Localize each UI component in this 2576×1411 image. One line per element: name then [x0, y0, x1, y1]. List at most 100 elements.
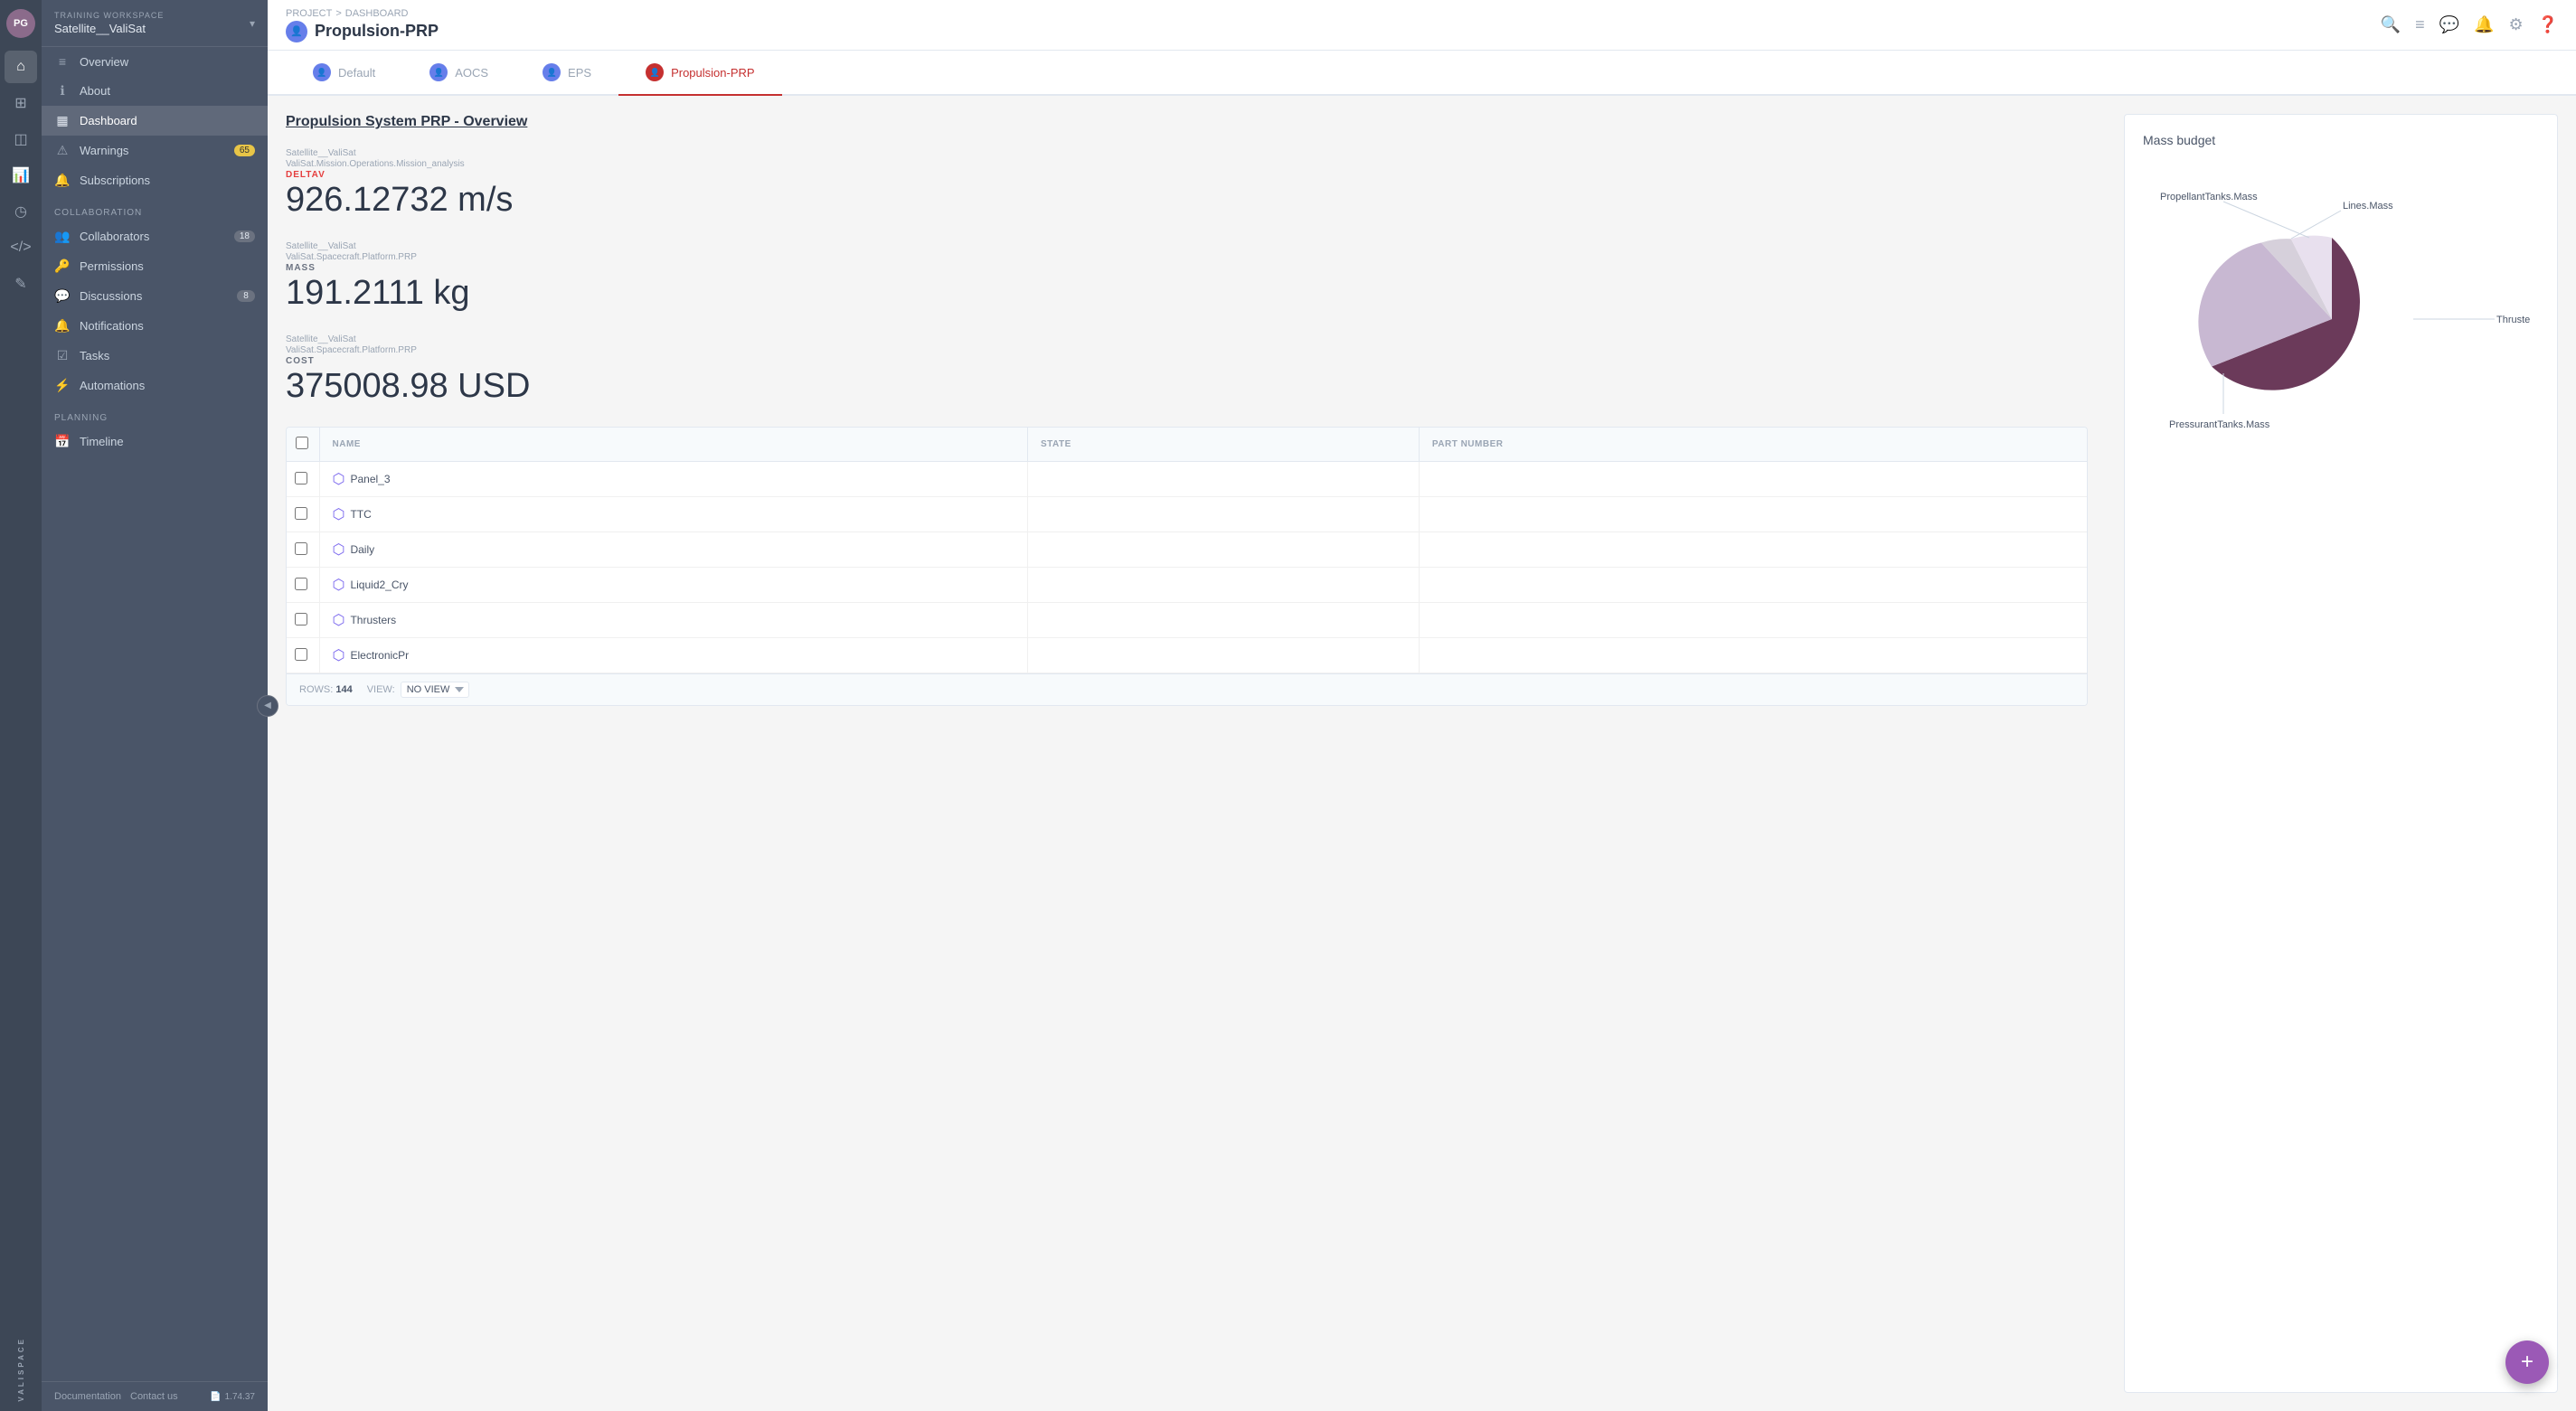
- rows-count: 144: [335, 684, 352, 695]
- chart-icon[interactable]: 📊: [5, 159, 37, 192]
- tab-default-label: Default: [338, 66, 375, 80]
- breadcrumb-sep: >: [335, 8, 341, 19]
- tab-eps-icon: 👤: [543, 63, 561, 81]
- documentation-link[interactable]: Documentation: [54, 1391, 121, 1402]
- sidebar-item-permissions[interactable]: 🔑 Permissions: [42, 251, 268, 281]
- sidebar-item-warnings[interactable]: ⚠ Warnings 65: [42, 136, 268, 165]
- sidebar-item-automations[interactable]: ⚡ Automations: [42, 371, 268, 400]
- sidebar-item-timeline[interactable]: 📅 Timeline: [42, 427, 268, 456]
- sidebar-item-tasks[interactable]: ☑ Tasks: [42, 341, 268, 371]
- contact-link[interactable]: Contact us: [130, 1391, 178, 1402]
- breadcrumb: PROJECT > DASHBOARD: [286, 8, 439, 19]
- grid-icon[interactable]: ⊞: [5, 87, 37, 119]
- sidebar-label-dashboard: Dashboard: [80, 114, 137, 127]
- workspace-label: TRAINING WORKSPACE: [54, 11, 164, 20]
- content: Propulsion System PRP - Overview Satelli…: [268, 96, 2576, 1411]
- row-5-icon: ⬡: [333, 611, 345, 629]
- fab-button[interactable]: +: [2505, 1340, 2549, 1384]
- footer-links: Documentation Contact us: [54, 1391, 178, 1402]
- page-title-icon: 👤: [286, 21, 307, 42]
- sidebar-label-notifications: Notifications: [80, 319, 144, 333]
- row-2-checkbox[interactable]: [295, 507, 307, 520]
- sidebar-wrapper: TRAINING WORKSPACE Satellite__ValiSat ▾ …: [42, 0, 268, 1411]
- subscriptions-icon: 🔔: [54, 173, 71, 188]
- row-checkbox-4: [287, 568, 319, 603]
- code-icon[interactable]: </>: [5, 231, 37, 264]
- row-6-checkbox[interactable]: [295, 648, 307, 661]
- label-propellant: PropellantTanks.Mass: [2160, 192, 2258, 202]
- discussions-badge: 8: [237, 290, 255, 302]
- sidebar-collapse-button[interactable]: ◀: [257, 695, 278, 717]
- row-checkbox-6: [287, 638, 319, 673]
- sidebar-item-dashboard[interactable]: ▦ Dashboard: [42, 106, 268, 136]
- bell-icon[interactable]: 🔔: [2474, 15, 2494, 34]
- row-3-checkbox[interactable]: [295, 542, 307, 555]
- stat-cost-value: 375008.98 USD: [286, 368, 2088, 406]
- settings-icon[interactable]: ⚙: [2508, 15, 2523, 34]
- home-icon[interactable]: ⌂: [5, 51, 37, 83]
- sidebar-item-discussions[interactable]: 💬 Discussions 8: [42, 281, 268, 311]
- sidebar-label-tasks: Tasks: [80, 349, 109, 362]
- row-3-name: ⬡Daily: [319, 532, 1027, 568]
- collaboration-nav: 👥 Collaborators 18 🔑 Permissions 💬 Discu…: [42, 221, 268, 400]
- content-right: Mass budget: [2106, 96, 2576, 1411]
- sidebar-footer: Documentation Contact us 📄 1.74.37: [42, 1381, 268, 1411]
- data-table: NAME STATE PART NUMBER ⬡Panel_3: [287, 428, 2087, 673]
- search-icon[interactable]: 🔍: [2381, 15, 2401, 34]
- chart-section: Mass budget: [2124, 114, 2558, 1393]
- data-table-wrapper: NAME STATE PART NUMBER ⬡Panel_3: [286, 427, 2088, 706]
- table-header-state: STATE: [1027, 428, 1419, 462]
- row-3-part-number: [1419, 532, 2087, 568]
- pie-chart-container: ThrusterEngineAssembly.Mass Lines.Mass P…: [2143, 165, 2539, 455]
- sidebar-label-permissions: Permissions: [80, 259, 144, 273]
- tab-aocs[interactable]: 👤 AOCS: [402, 51, 515, 96]
- view-dropdown[interactable]: NO VIEW: [401, 682, 469, 698]
- sidebar-item-notifications[interactable]: 🔔 Notifications: [42, 311, 268, 341]
- row-5-checkbox[interactable]: [295, 613, 307, 626]
- table-row: ⬡Thrusters: [287, 603, 2087, 638]
- help-icon[interactable]: ❓: [2538, 15, 2558, 34]
- row-2-icon: ⬡: [333, 505, 345, 523]
- sidebar-label-about: About: [80, 84, 110, 98]
- list-icon[interactable]: ≡: [2415, 15, 2425, 34]
- row-4-icon: ⬡: [333, 576, 345, 594]
- row-4-name: ⬡Liquid2_Cry: [319, 568, 1027, 603]
- row-checkbox-1: [287, 462, 319, 497]
- row-checkbox-5: [287, 603, 319, 638]
- sidebar-item-collaborators[interactable]: 👥 Collaborators 18: [42, 221, 268, 251]
- row-6-icon: ⬡: [333, 646, 345, 664]
- user-avatar[interactable]: PG: [6, 9, 35, 38]
- document-icon[interactable]: ◫: [5, 123, 37, 155]
- row-4-checkbox[interactable]: [295, 578, 307, 590]
- sidebar-item-overview[interactable]: ≡ Overview: [42, 47, 268, 76]
- tab-default[interactable]: 👤 Default: [286, 51, 402, 96]
- pen-icon[interactable]: ✎: [5, 268, 37, 300]
- row-5-state: [1027, 603, 1419, 638]
- tab-propulsion-prp[interactable]: 👤 Propulsion-PRP: [618, 51, 782, 96]
- sidebar-item-subscriptions[interactable]: 🔔 Subscriptions: [42, 165, 268, 195]
- timeline-icon: 📅: [54, 434, 71, 449]
- clock-icon[interactable]: ◷: [5, 195, 37, 228]
- table-footer: ROWS: 144 VIEW: NO VIEW: [287, 673, 2087, 705]
- row-1-name: ⬡Panel_3: [319, 462, 1027, 497]
- main-area: PROJECT > DASHBOARD 👤 Propulsion-PRP 🔍 ≡…: [268, 0, 2576, 1411]
- collaboration-section-label: Collaboration: [42, 195, 268, 221]
- tab-eps[interactable]: 👤 EPS: [515, 51, 618, 96]
- row-1-icon: ⬡: [333, 470, 345, 488]
- row-1-checkbox[interactable]: [295, 472, 307, 484]
- label-pressurant: PressurantTanks.Mass: [2169, 419, 2270, 430]
- comment-icon[interactable]: 💬: [2439, 15, 2459, 34]
- about-icon: ℹ: [54, 83, 71, 99]
- top-header-actions: 🔍 ≡ 💬 🔔 ⚙ ❓: [2381, 15, 2558, 34]
- table-row: ⬡TTC: [287, 497, 2087, 532]
- row-5-part-number: [1419, 603, 2087, 638]
- table-row: ⬡Daily: [287, 532, 2087, 568]
- table-row: ⬡Panel_3: [287, 462, 2087, 497]
- workspace-chevron-icon[interactable]: ▾: [250, 17, 255, 30]
- sidebar-label-warnings: Warnings: [80, 144, 128, 157]
- select-all-checkbox[interactable]: [296, 437, 308, 449]
- sidebar-item-about[interactable]: ℹ About: [42, 76, 268, 106]
- sidebar-header: TRAINING WORKSPACE Satellite__ValiSat ▾: [42, 0, 268, 47]
- row-3-state: [1027, 532, 1419, 568]
- stat-mass-path2: ValiSat.Spacecraft.Platform.PRP: [286, 252, 2088, 262]
